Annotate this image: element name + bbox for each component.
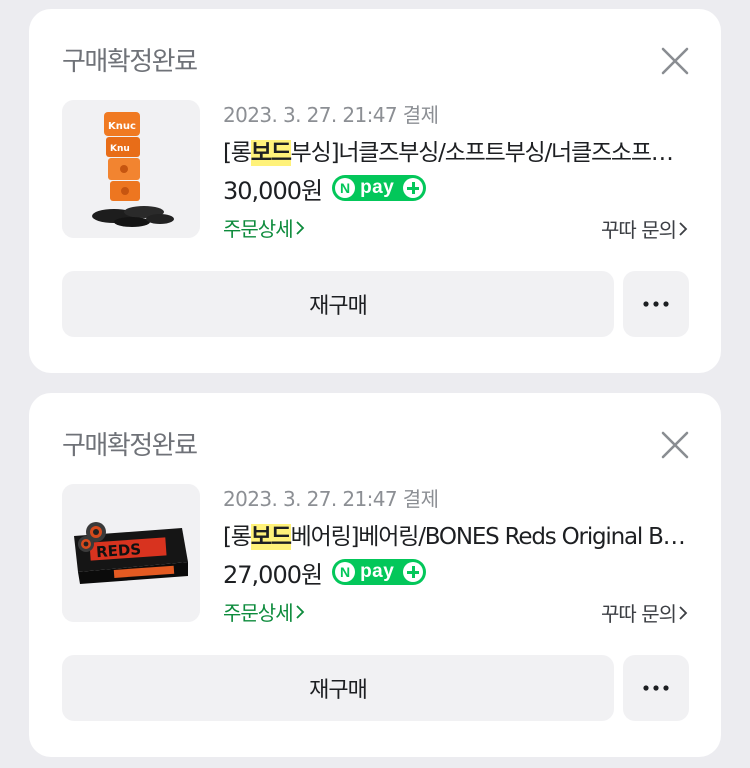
product-title[interactable]: [롱보드베어링]베어링/BONES Reds Original Bearings <box>223 517 693 551</box>
price-row: 30,000원 N pay <box>223 173 427 205</box>
order-detail-link[interactable]: 주문상세 <box>223 597 305 626</box>
svg-text:REDS: REDS <box>96 540 142 561</box>
title-prefix: [롱 <box>223 524 252 550</box>
price: 27,000원 <box>223 560 323 589</box>
more-dots-icon <box>643 301 669 307</box>
title-highlight: 보드 <box>250 140 292 166</box>
seller-inquiry-label: 꾸따 문의 <box>601 218 677 242</box>
order-card: 구매확정완료 Knuc Knu 2023. 3. 27. 21:47 결제 [롱… <box>29 9 721 373</box>
npay-label: pay <box>360 177 395 198</box>
rebuy-button[interactable]: 재구매 <box>62 655 614 721</box>
title-suffix: 부싱]너클즈부싱/소프트부싱/너클즈소프트부싱/롱보드부싱 <box>290 140 693 166</box>
order-detail-link[interactable]: 주문상세 <box>223 213 305 242</box>
order-status: 구매확정완료 <box>62 431 198 461</box>
product-image[interactable]: REDS <box>62 484 200 622</box>
payment-date: 2023. 3. 27. 21:47 결제 <box>223 487 439 511</box>
seller-inquiry-link[interactable]: 꾸따 문의 <box>601 598 688 627</box>
bearings-image: REDS <box>62 484 200 622</box>
seller-inquiry-link[interactable]: 꾸따 문의 <box>601 214 688 243</box>
close-icon[interactable] <box>659 45 691 77</box>
order-detail-label: 주문상세 <box>223 601 294 625</box>
price: 30,000원 <box>223 176 323 205</box>
order-status: 구매확정완료 <box>62 47 198 77</box>
chevron-right-icon <box>295 604 304 619</box>
chevron-right-icon <box>295 220 304 235</box>
npay-plus-icon <box>403 562 424 582</box>
payment-date: 2023. 3. 27. 21:47 결제 <box>223 103 439 127</box>
npay-badge: N pay <box>332 175 427 201</box>
svg-text:Knuc: Knuc <box>108 121 136 132</box>
title-prefix: [롱 <box>223 140 252 166</box>
svg-text:Knu: Knu <box>110 144 130 154</box>
close-icon[interactable] <box>659 429 691 461</box>
npay-plus-icon <box>403 178 424 198</box>
rebuy-button[interactable]: 재구매 <box>62 271 614 337</box>
title-highlight: 보드 <box>250 524 292 550</box>
more-dots-icon <box>643 685 669 691</box>
npay-n-icon: N <box>335 562 356 582</box>
order-detail-label: 주문상세 <box>223 217 294 241</box>
product-title[interactable]: [롱보드부싱]너클즈부싱/소프트부싱/너클즈소프트부싱/롱보드부싱 <box>223 133 693 167</box>
order-card: 구매확정완료 REDS 2023. 3. 27. 21:47 결제 [롱보드베어… <box>29 393 721 757</box>
npay-label: pay <box>360 561 395 582</box>
more-button[interactable] <box>623 655 689 721</box>
seller-inquiry-label: 꾸따 문의 <box>601 602 677 626</box>
title-suffix: 베어링]베어링/BONES Reds Original Bearings <box>290 524 693 550</box>
price-row: 27,000원 N pay <box>223 557 427 589</box>
npay-badge: N pay <box>332 559 427 585</box>
product-image[interactable]: Knuc Knu <box>62 100 200 238</box>
chevron-right-icon <box>679 221 688 236</box>
more-button[interactable] <box>623 271 689 337</box>
chevron-right-icon <box>679 605 688 620</box>
npay-n-icon: N <box>335 178 356 198</box>
bushings-image: Knuc Knu <box>62 100 200 238</box>
